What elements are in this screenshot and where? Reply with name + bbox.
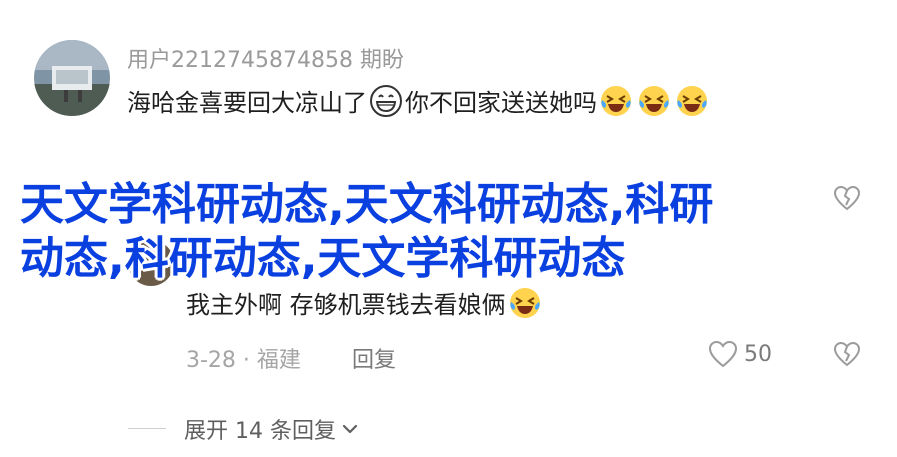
expand-replies-button[interactable]: 展开 14 条回复 [184,413,360,445]
avatar[interactable] [34,40,110,116]
laughing-tears-emoji-icon [508,286,542,320]
dislike-heart-icon[interactable] [833,341,861,367]
overlay-title: 天文学科研动态,天文科研动态,科研 动态,科研动态,天文学科研动态 [20,178,840,286]
avatar-image [34,40,110,116]
comment-text-part1: 海哈金喜要回大凉山了 [127,89,367,117]
chevron-down-icon [342,424,358,434]
grin-emoji-icon [369,84,403,118]
like-button[interactable]: 50 [708,340,772,368]
reply-button[interactable]: 回复 [352,342,396,374]
overlay-line-1: 天文学科研动态,天文科研动态,科研 [20,179,714,230]
laughing-tears-emoji-icon [599,84,633,118]
overlay-line-2: 动态,科研动态,天文学科研动态 [20,233,626,284]
comment-username[interactable]: 用户2212745874858 期盼 [127,42,404,74]
expand-replies-label: 展开 14 条回复 [184,419,336,444]
comment-text: 海哈金喜要回大凉山了 你不回家送送她吗 [127,82,847,124]
reply-date-location: 3-28 · 福建 [186,348,301,373]
laughing-tears-emoji-icon [637,84,671,118]
expand-divider [128,428,166,429]
reply-text-content: 我主外啊 存够机票钱去看娘俩 [186,291,506,319]
heart-icon [708,340,738,368]
comment-text-part2: 你不回家送送她吗 [405,89,597,117]
laughing-tears-emoji-icon [675,84,709,118]
reply-text: 我主外啊 存够机票钱去看娘俩 [186,284,544,326]
like-count: 50 [744,341,772,367]
